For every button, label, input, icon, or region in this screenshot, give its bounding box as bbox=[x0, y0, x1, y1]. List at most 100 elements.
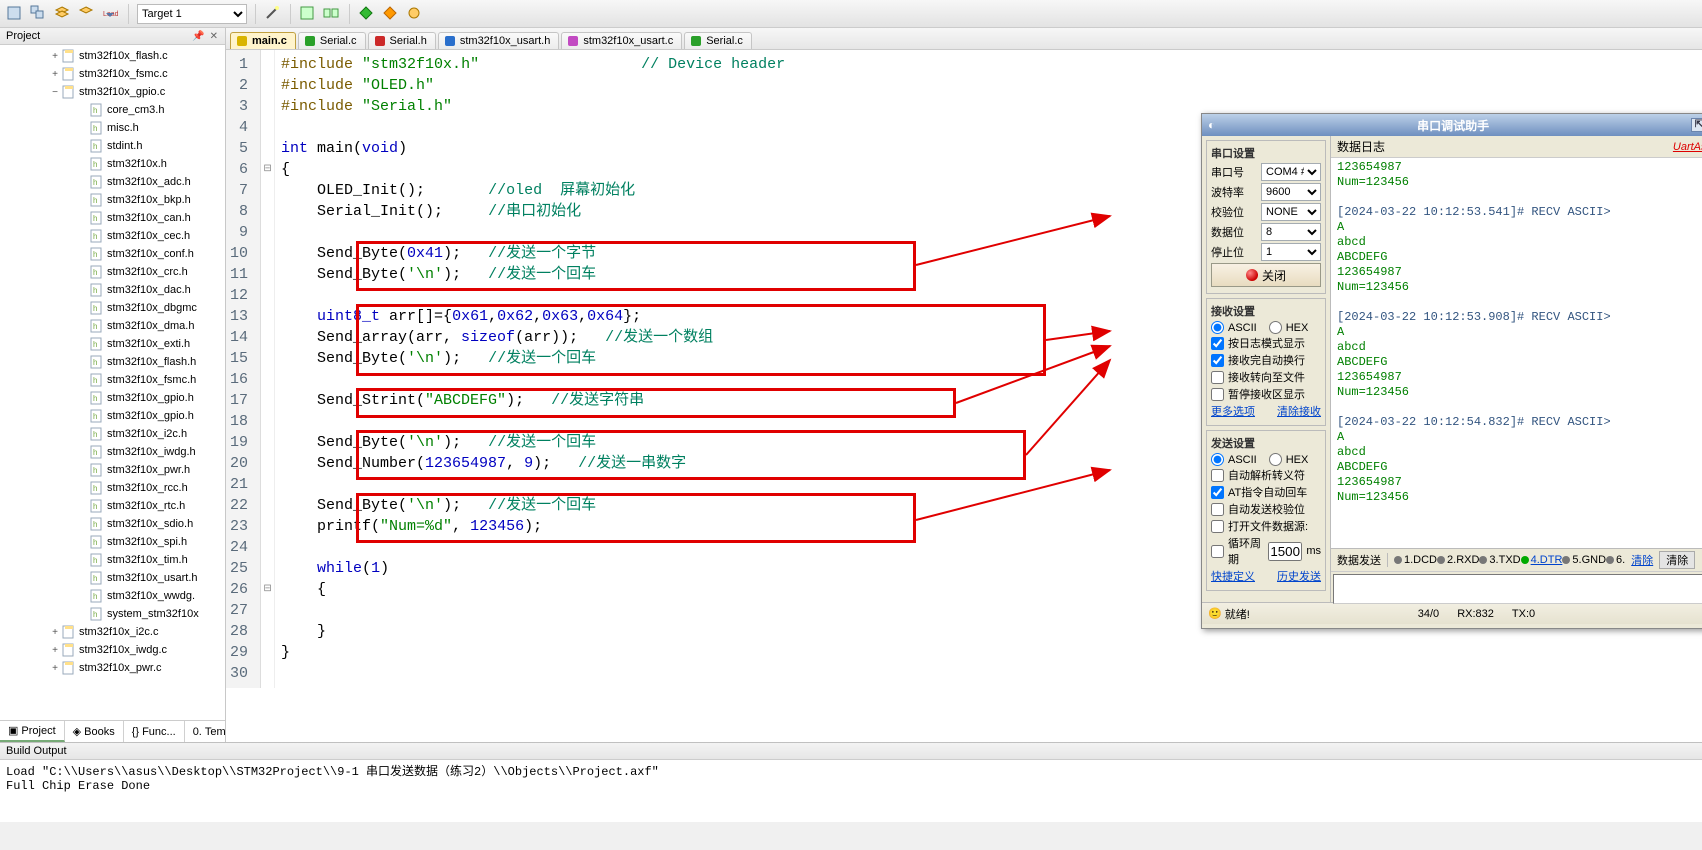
options2-icon[interactable] bbox=[323, 5, 341, 23]
fold-column[interactable]: ⊟ ⊟ bbox=[261, 50, 275, 688]
tree-item[interactable]: hstm32f10x_wwdg. bbox=[76, 587, 225, 605]
clear-inline-link[interactable]: 清除 bbox=[1631, 552, 1653, 568]
log-line: A bbox=[1337, 430, 1702, 445]
tree-item[interactable]: hstm32f10x_dac.h bbox=[76, 281, 225, 299]
tree-item[interactable]: hstdint.h bbox=[76, 137, 225, 155]
tree-item[interactable]: hstm32f10x_exti.h bbox=[76, 335, 225, 353]
tree-item[interactable]: hstm32f10x_dma.h bbox=[76, 317, 225, 335]
parity-select[interactable]: NONE bbox=[1261, 203, 1321, 221]
tree-item[interactable]: hstm32f10x_adc.h bbox=[76, 173, 225, 191]
tree-item[interactable]: +stm32f10x_flash.c bbox=[48, 47, 225, 65]
recv-tofile-check[interactable] bbox=[1211, 371, 1224, 384]
tree-item[interactable]: +stm32f10x_iwdg.c bbox=[48, 641, 225, 659]
baud-select[interactable]: 9600 bbox=[1261, 183, 1321, 201]
diamond-orange-icon[interactable] bbox=[382, 5, 400, 23]
tree-item[interactable]: hstm32f10x_dbgmc bbox=[76, 299, 225, 317]
send-fromfile-check[interactable] bbox=[1211, 520, 1224, 533]
tree-item[interactable]: hstm32f10x_conf.h bbox=[76, 245, 225, 263]
book-icon: ◈ bbox=[73, 725, 81, 738]
tree-item[interactable]: hstm32f10x_rcc.h bbox=[76, 479, 225, 497]
svg-text:h: h bbox=[93, 214, 97, 223]
tree-item[interactable]: hstm32f10x_can.h bbox=[76, 209, 225, 227]
tree-item[interactable]: hstm32f10x_cec.h bbox=[76, 227, 225, 245]
file-color-icon bbox=[375, 36, 385, 46]
tree-item[interactable]: hsystem_stm32f10x bbox=[76, 605, 225, 623]
send-atcr-check[interactable] bbox=[1211, 486, 1224, 499]
ready-icon: 🙂 bbox=[1208, 607, 1222, 620]
send-hex-radio[interactable] bbox=[1269, 453, 1282, 466]
editor-tab[interactable]: Serial.h bbox=[368, 32, 436, 49]
tree-item[interactable]: hstm32f10x_rtc.h bbox=[76, 497, 225, 515]
tree-item[interactable]: hstm32f10x_gpio.h bbox=[76, 407, 225, 425]
editor-tab[interactable]: stm32f10x_usart.c bbox=[561, 32, 682, 49]
quickdef-link[interactable]: 快捷定义 bbox=[1211, 568, 1255, 584]
databits-select[interactable]: 8 bbox=[1261, 223, 1321, 241]
tree-item[interactable]: hstm32f10x_crc.h bbox=[76, 263, 225, 281]
diamond-green-icon[interactable] bbox=[358, 5, 376, 23]
tree-item[interactable]: −stm32f10x_gpio.c bbox=[48, 83, 225, 101]
project-tree[interactable]: +stm32f10x_flash.c+stm32f10x_fsmc.c−stm3… bbox=[0, 45, 225, 720]
tree-item[interactable]: hstm32f10x_sdio.h bbox=[76, 515, 225, 533]
project-tab-functions[interactable]: {}Func... bbox=[124, 721, 185, 742]
editor-tab[interactable]: Serial.c bbox=[298, 32, 366, 49]
historysend-link[interactable]: 历史发送 bbox=[1277, 568, 1321, 584]
editor-tab[interactable]: stm32f10x_usart.h bbox=[438, 32, 560, 49]
panel-pin-icons[interactable]: 📌 ✕ bbox=[192, 31, 219, 42]
tree-item[interactable]: hstm32f10x_iwdg.h bbox=[76, 443, 225, 461]
recv-ascii-radio[interactable] bbox=[1211, 321, 1224, 334]
build-output-body[interactable]: Load "C:\\Users\\asus\\Desktop\\STM32Pro… bbox=[0, 760, 1702, 795]
recv-autolf-check[interactable] bbox=[1211, 354, 1224, 367]
serial-assistant-window[interactable]: ◐ 串口调试助手 ⇱ ─ □ ✕ 串口设置 串口号COM4 #JL 波特率960… bbox=[1201, 113, 1702, 629]
hfile-icon: h bbox=[90, 427, 104, 441]
code-body[interactable]: #include "stm32f10x.h" // Device header#… bbox=[275, 50, 785, 688]
editor-tab[interactable]: main.c bbox=[230, 32, 296, 49]
tree-item[interactable]: hstm32f10x_usart.h bbox=[76, 569, 225, 587]
download-icon[interactable]: Load bbox=[102, 5, 120, 23]
tree-item[interactable]: hcore_cm3.h bbox=[76, 101, 225, 119]
recv-pause-check[interactable] bbox=[1211, 388, 1224, 401]
tree-item[interactable]: hstm32f10x_spi.h bbox=[76, 533, 225, 551]
tree-item[interactable]: +stm32f10x_fsmc.c bbox=[48, 65, 225, 83]
debug-icon[interactable] bbox=[406, 5, 424, 23]
project-tab-project[interactable]: ▣Project bbox=[0, 721, 65, 742]
tree-item[interactable]: hstm32f10x.h bbox=[76, 155, 225, 173]
tree-item[interactable]: +stm32f10x_pwr.c bbox=[48, 659, 225, 677]
send-ascii-radio[interactable] bbox=[1211, 453, 1224, 466]
build-icon[interactable] bbox=[6, 5, 24, 23]
close-port-button[interactable]: 关闭 bbox=[1211, 263, 1321, 287]
tree-item[interactable]: hstm32f10x_pwr.h bbox=[76, 461, 225, 479]
editor-tab[interactable]: Serial.c bbox=[684, 32, 752, 49]
tree-item[interactable]: hstm32f10x_flash.h bbox=[76, 353, 225, 371]
pin-icon[interactable]: ⇱ bbox=[1691, 118, 1702, 132]
loop-check[interactable] bbox=[1211, 545, 1224, 558]
wand-icon[interactable] bbox=[264, 5, 282, 23]
recv-log-check[interactable] bbox=[1211, 337, 1224, 350]
tree-item[interactable]: hstm32f10x_fsmc.h bbox=[76, 371, 225, 389]
project-tab-books[interactable]: ◈Books bbox=[65, 721, 124, 742]
tree-item[interactable]: hstm32f10x_tim.h bbox=[76, 551, 225, 569]
port-select[interactable]: COM4 #JL bbox=[1261, 163, 1321, 181]
send-escape-check[interactable] bbox=[1211, 469, 1224, 482]
tree-item[interactable]: hstm32f10x_i2c.h bbox=[76, 425, 225, 443]
data-log-body[interactable]: 123654987Num=123456 [2024-03-22 10:12:53… bbox=[1331, 158, 1702, 548]
stack-icon[interactable] bbox=[54, 5, 72, 23]
target-select[interactable]: Target 1 bbox=[137, 4, 247, 24]
recv-more-link[interactable]: 更多选项 bbox=[1211, 403, 1255, 419]
tree-item[interactable]: hstm32f10x_gpio.h bbox=[76, 389, 225, 407]
stopbits-select[interactable]: 1 bbox=[1261, 243, 1321, 261]
send-crc-check[interactable] bbox=[1211, 503, 1224, 516]
options-icon[interactable] bbox=[299, 5, 317, 23]
send-textarea[interactable] bbox=[1333, 574, 1702, 604]
stack2-icon[interactable] bbox=[78, 5, 96, 23]
clear-button[interactable]: 清除 bbox=[1659, 551, 1695, 569]
hfile-icon: h bbox=[90, 553, 104, 567]
log-line: ABCDEFG bbox=[1337, 355, 1702, 370]
rebuild-icon[interactable] bbox=[30, 5, 48, 23]
tree-item[interactable]: hstm32f10x_bkp.h bbox=[76, 191, 225, 209]
recv-clear-link[interactable]: 清除接收 bbox=[1277, 403, 1321, 419]
loop-interval-input[interactable] bbox=[1268, 542, 1302, 561]
recv-hex-radio[interactable] bbox=[1269, 321, 1282, 334]
serial-titlebar[interactable]: ◐ 串口调试助手 ⇱ ─ □ ✕ bbox=[1202, 114, 1702, 136]
tree-item[interactable]: hmisc.h bbox=[76, 119, 225, 137]
tree-item[interactable]: +stm32f10x_i2c.c bbox=[48, 623, 225, 641]
